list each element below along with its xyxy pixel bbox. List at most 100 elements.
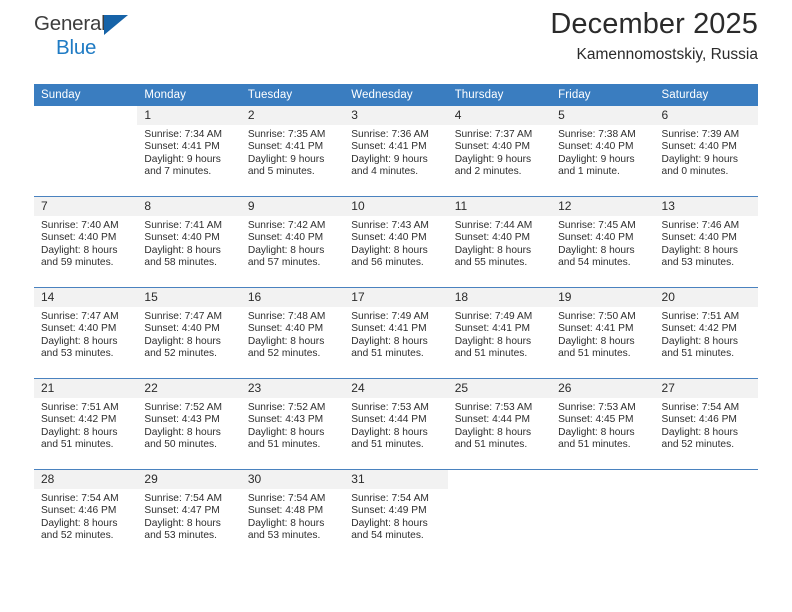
day-number: 21 bbox=[34, 379, 138, 398]
daylight-duration-line2: and 54 minutes. bbox=[351, 530, 424, 542]
sunrise-time: Sunrise: 7:54 AM bbox=[351, 493, 429, 504]
day-number: 30 bbox=[240, 470, 345, 489]
logo-text-blue: Blue bbox=[56, 35, 97, 59]
daylight-duration-line2: and 7 minutes. bbox=[144, 166, 212, 178]
day-cell-inner: 20 Sunrise: 7:51 AM Sunset: 4:42 PM Dayligh… bbox=[654, 288, 758, 378]
calendar-day-cell[interactable]: 13 Sunrise: 7:46 AM Sunset: 4:40 PM Dayligh… bbox=[654, 196, 758, 288]
calendar-day-cell[interactable]: 5 Sunrise: 7:38 AM Sunset: 4:40 PM Daylight… bbox=[551, 106, 655, 197]
calendar-day-cell[interactable]: 8 Sunrise: 7:41 AM Sunset: 4:40 PM Daylight… bbox=[137, 196, 241, 288]
day-info: Sunrise: 7:45 AM Sunset: 4:40 PM Daylight:… bbox=[551, 216, 654, 270]
calendar-day-cell[interactable]: 3 Sunrise: 7:36 AM Sunset: 4:41 PM Daylight… bbox=[344, 106, 448, 197]
calendar-week-row: 7 Sunrise: 7:40 AM Sunset: 4:40 PM Daylight… bbox=[34, 196, 758, 288]
day-info: Sunrise: 7:54 AM Sunset: 4:46 PM Daylight:… bbox=[655, 398, 758, 452]
daylight-duration-line2: and 0 minutes. bbox=[661, 166, 729, 178]
day-info: Sunrise: 7:43 AM Sunset: 4:40 PM Daylight:… bbox=[344, 216, 447, 270]
sunrise-time: Sunrise: 7:51 AM bbox=[41, 402, 119, 413]
daylight-duration-line1: Daylight: 9 hours bbox=[247, 153, 325, 165]
daylight-duration-line1: Daylight: 8 hours bbox=[661, 426, 738, 438]
daylight-duration-line1: Daylight: 9 hours bbox=[144, 153, 221, 165]
calendar-day-cell[interactable]: 26 Sunrise: 7:53 AM Sunset: 4:45 PM Dayligh… bbox=[551, 378, 655, 470]
weekday-header-sunday: Sunday bbox=[34, 84, 138, 106]
calendar-day-cell[interactable]: 27 Sunrise: 7:54 AM Sunset: 4:46 PM Dayligh… bbox=[654, 378, 758, 470]
day-cell-inner: 1 Sunrise: 7:34 AM Sunset: 4:41 PM Daylight… bbox=[137, 106, 241, 196]
sunrise-time: Sunrise: 7:36 AM bbox=[351, 129, 429, 140]
calendar-day-cell[interactable]: 6 Sunrise: 7:39 AM Sunset: 4:40 PM Daylight… bbox=[654, 106, 758, 197]
daylight-duration-line2: and 4 minutes. bbox=[351, 166, 419, 178]
calendar-day-cell[interactable]: 15 Sunrise: 7:47 AM Sunset: 4:40 PM Dayligh… bbox=[137, 287, 241, 379]
day-number: 23 bbox=[240, 379, 345, 398]
calendar-day-cell[interactable]: 28 Sunrise: 7:54 AM Sunset: 4:46 PM Dayligh… bbox=[34, 469, 138, 560]
day-cell-inner bbox=[654, 470, 758, 560]
day-info: Sunrise: 7:42 AM Sunset: 4:40 PM Daylight:… bbox=[241, 216, 344, 270]
day-number: 14 bbox=[34, 288, 138, 307]
calendar-day-cell[interactable]: 7 Sunrise: 7:40 AM Sunset: 4:40 PM Daylight… bbox=[34, 196, 138, 288]
day-number: 19 bbox=[551, 288, 655, 307]
sunset-time: Sunset: 4:43 PM bbox=[247, 414, 324, 426]
sunrise-time: Sunrise: 7:50 AM bbox=[558, 311, 636, 322]
day-cell-inner: 17 Sunrise: 7:49 AM Sunset: 4:41 PM Dayligh… bbox=[344, 288, 448, 378]
day-cell-inner: 3 Sunrise: 7:36 AM Sunset: 4:41 PM Daylight… bbox=[344, 106, 448, 196]
calendar-day-cell[interactable]: 21 Sunrise: 7:51 AM Sunset: 4:42 PM Dayligh… bbox=[34, 378, 138, 470]
sunset-time: Sunset: 4:40 PM bbox=[41, 232, 117, 244]
day-number: 31 bbox=[344, 470, 448, 489]
calendar-day-cell[interactable]: 23 Sunrise: 7:52 AM Sunset: 4:43 PM Dayligh… bbox=[240, 378, 345, 470]
sunset-time: Sunset: 4:41 PM bbox=[351, 141, 427, 153]
daylight-duration-line1: Daylight: 8 hours bbox=[351, 426, 428, 438]
general-blue-logo[interactable]: General Blue bbox=[34, 13, 144, 62]
calendar-day-cell[interactable]: 9 Sunrise: 7:42 AM Sunset: 4:40 PM Daylight… bbox=[240, 196, 345, 288]
calendar-week-row: 1 Sunrise: 7:34 AM Sunset: 4:41 PM Daylight… bbox=[34, 106, 758, 197]
daylight-duration-line2: and 2 minutes. bbox=[454, 166, 522, 178]
calendar-day-cell[interactable]: 16 Sunrise: 7:48 AM Sunset: 4:40 PM Dayligh… bbox=[240, 287, 345, 379]
day-number: 10 bbox=[344, 197, 448, 216]
sunset-time: Sunset: 4:45 PM bbox=[558, 414, 634, 426]
day-info: Sunrise: 7:47 AM Sunset: 4:40 PM Daylight:… bbox=[137, 307, 240, 361]
day-cell-inner bbox=[447, 470, 552, 560]
day-number: 9 bbox=[240, 197, 345, 216]
daylight-duration-line1: Daylight: 8 hours bbox=[144, 244, 221, 256]
day-info: Sunrise: 7:51 AM Sunset: 4:42 PM Daylight:… bbox=[34, 398, 137, 452]
calendar-day-cell[interactable]: 12 Sunrise: 7:45 AM Sunset: 4:40 PM Dayligh… bbox=[551, 196, 655, 288]
daylight-duration-line1: Daylight: 8 hours bbox=[558, 335, 635, 347]
day-info: Sunrise: 7:51 AM Sunset: 4:42 PM Daylight:… bbox=[655, 307, 758, 361]
sunrise-time: Sunrise: 7:52 AM bbox=[144, 402, 223, 413]
calendar-day-cell[interactable]: 2 Sunrise: 7:35 AM Sunset: 4:41 PM Daylight… bbox=[240, 106, 345, 197]
calendar-day-cell[interactable]: 14 Sunrise: 7:47 AM Sunset: 4:40 PM Dayligh… bbox=[34, 287, 138, 379]
sunrise-time: Sunrise: 7:46 AM bbox=[661, 220, 740, 231]
daylight-duration-line1: Daylight: 8 hours bbox=[351, 244, 428, 256]
daylight-duration-line2: and 51 minutes. bbox=[454, 348, 528, 360]
daylight-duration-line1: Daylight: 8 hours bbox=[558, 244, 635, 256]
calendar-day-cell[interactable]: 22 Sunrise: 7:52 AM Sunset: 4:43 PM Dayligh… bbox=[137, 378, 241, 470]
calendar-day-cell[interactable]: 25 Sunrise: 7:53 AM Sunset: 4:44 PM Dayligh… bbox=[447, 378, 552, 470]
day-number: 15 bbox=[137, 288, 241, 307]
day-cell-inner: 31 Sunrise: 7:54 AM Sunset: 4:49 PM Dayligh… bbox=[344, 470, 448, 560]
daylight-duration-line2: and 52 minutes. bbox=[247, 348, 321, 360]
calendar-day-cell[interactable]: 1 Sunrise: 7:34 AM Sunset: 4:41 PM Daylight… bbox=[137, 106, 241, 197]
calendar-day-cell[interactable]: 19 Sunrise: 7:50 AM Sunset: 4:41 PM Dayligh… bbox=[551, 287, 655, 379]
calendar-day-cell[interactable]: 30 Sunrise: 7:54 AM Sunset: 4:48 PM Dayligh… bbox=[240, 469, 345, 560]
sunset-time: Sunset: 4:41 PM bbox=[351, 323, 427, 335]
day-number: 3 bbox=[344, 106, 448, 125]
calendar-day-cell[interactable]: 20 Sunrise: 7:51 AM Sunset: 4:42 PM Dayligh… bbox=[654, 287, 758, 379]
daylight-duration-line2: and 55 minutes. bbox=[454, 257, 528, 269]
calendar-day-cell[interactable]: 4 Sunrise: 7:37 AM Sunset: 4:40 PM Daylight… bbox=[447, 106, 552, 197]
day-cell-inner: 15 Sunrise: 7:47 AM Sunset: 4:40 PM Dayligh… bbox=[137, 288, 241, 378]
calendar-day-cell[interactable]: 18 Sunrise: 7:49 AM Sunset: 4:41 PM Dayligh… bbox=[447, 287, 552, 379]
day-cell-inner: 8 Sunrise: 7:41 AM Sunset: 4:40 PM Daylight… bbox=[137, 197, 241, 287]
day-cell-inner: 7 Sunrise: 7:40 AM Sunset: 4:40 PM Daylight… bbox=[34, 197, 138, 287]
calendar-day-cell[interactable]: 31 Sunrise: 7:54 AM Sunset: 4:49 PM Dayligh… bbox=[344, 469, 448, 560]
sunset-time: Sunset: 4:40 PM bbox=[247, 232, 324, 244]
calendar-day-cell[interactable]: 11 Sunrise: 7:44 AM Sunset: 4:40 PM Dayligh… bbox=[447, 196, 552, 288]
calendar-day-cell[interactable]: 24 Sunrise: 7:53 AM Sunset: 4:44 PM Dayligh… bbox=[344, 378, 448, 470]
day-number bbox=[551, 470, 655, 489]
day-number: 29 bbox=[137, 470, 241, 489]
daylight-duration-line1: Daylight: 8 hours bbox=[144, 426, 221, 438]
sunset-time: Sunset: 4:44 PM bbox=[351, 414, 427, 426]
calendar-day-cell[interactable]: 29 Sunrise: 7:54 AM Sunset: 4:47 PM Dayligh… bbox=[137, 469, 241, 560]
sunset-time: Sunset: 4:40 PM bbox=[558, 232, 634, 244]
calendar-day-cell[interactable]: 10 Sunrise: 7:43 AM Sunset: 4:40 PM Dayligh… bbox=[344, 196, 448, 288]
day-cell-inner: 21 Sunrise: 7:51 AM Sunset: 4:42 PM Dayligh… bbox=[34, 379, 138, 469]
calendar-day-cell[interactable]: 17 Sunrise: 7:49 AM Sunset: 4:41 PM Dayligh… bbox=[344, 287, 448, 379]
daylight-duration-line1: Daylight: 8 hours bbox=[454, 244, 532, 256]
daylight-duration-line2: and 58 minutes. bbox=[144, 257, 217, 269]
daylight-duration-line2: and 51 minutes. bbox=[41, 439, 114, 451]
